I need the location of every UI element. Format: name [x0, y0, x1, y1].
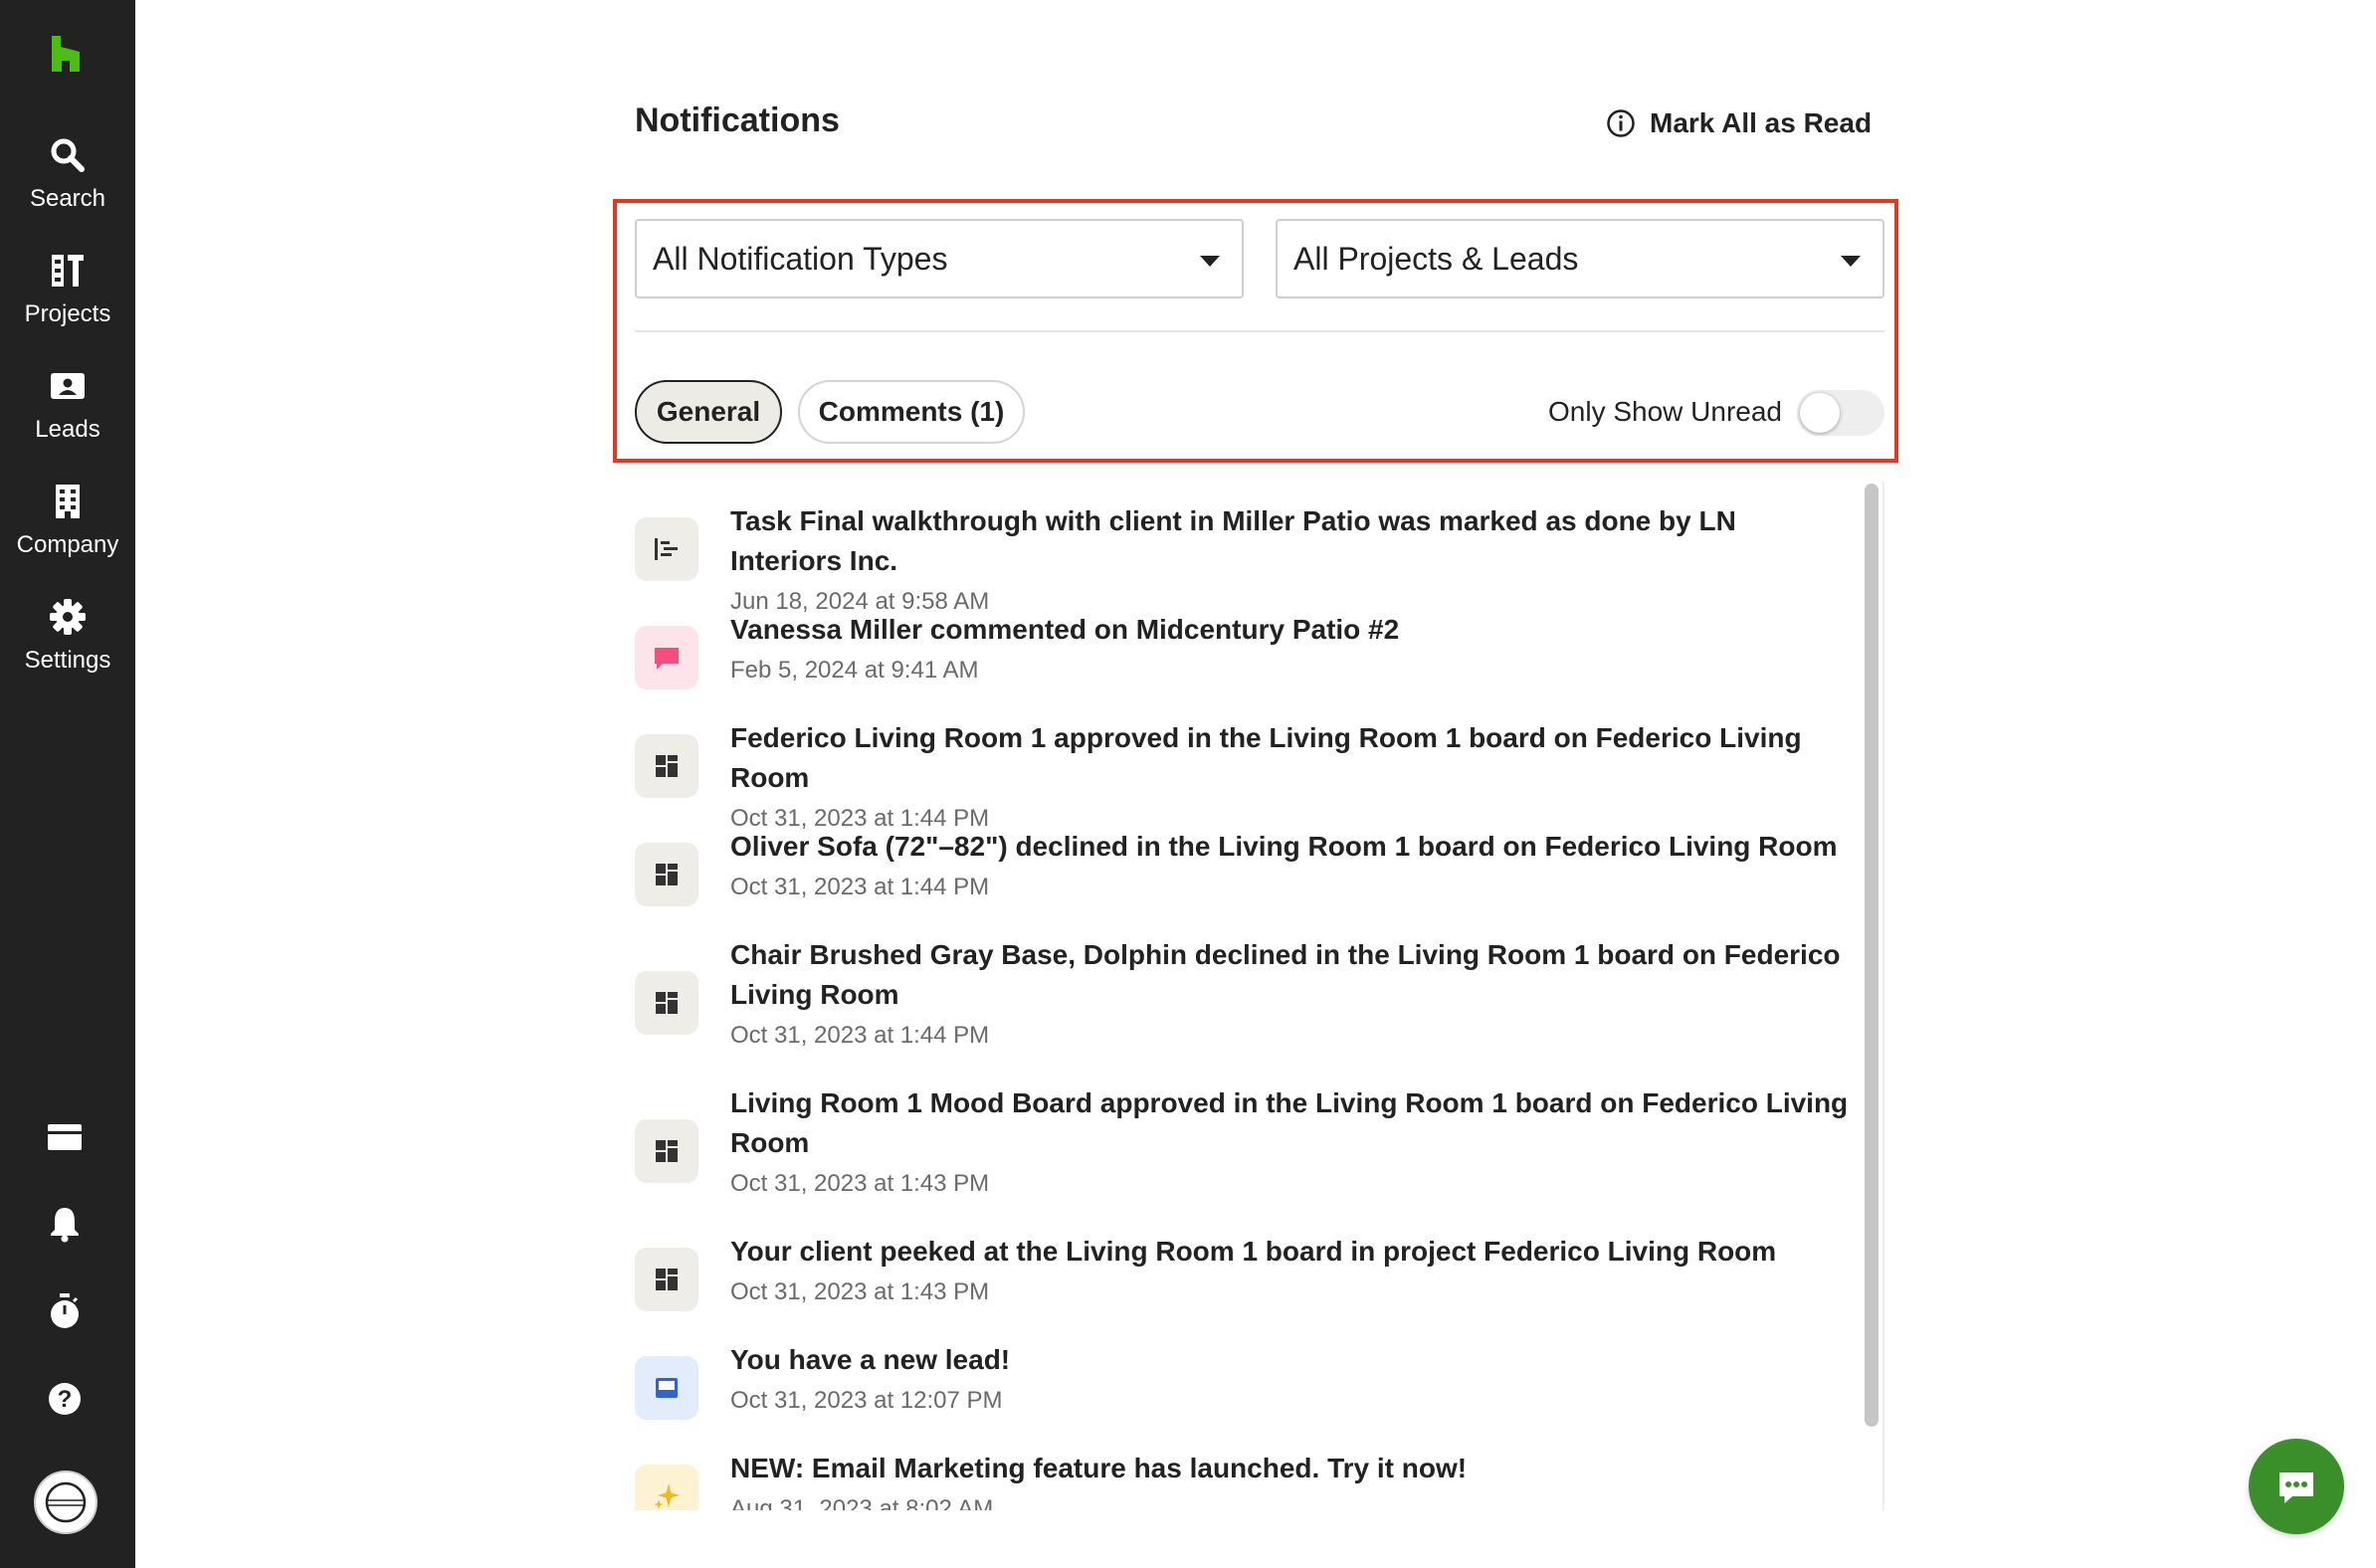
gear-icon	[50, 599, 86, 635]
notification-date: Oct 31, 2023 at 1:43 PM	[730, 1170, 990, 1197]
notification-title: NEW: Email Marketing feature has launche…	[730, 1453, 1468, 1483]
notification-date: Oct 31, 2023 at 1:44 PM	[730, 1022, 990, 1049]
notification-date: Feb 5, 2024 at 9:41 AM	[730, 657, 979, 684]
board-icon	[635, 734, 698, 798]
company-icon	[56, 485, 80, 518]
board-icon	[635, 1248, 698, 1311]
page-title: Notifications	[635, 101, 840, 139]
board-icon	[635, 843, 698, 906]
sparkle-icon	[635, 1465, 698, 1510]
leads-icon	[51, 373, 85, 399]
notification-title: Oliver Sofa (72"–82") declined in the Li…	[730, 831, 1838, 862]
notification-title: Living Room 1 Mood Board approved in the…	[730, 1087, 1849, 1158]
timer-icon[interactable]	[45, 1291, 85, 1331]
task-icon	[635, 517, 698, 581]
notification-date: Oct 31, 2023 at 12:07 PM	[730, 1387, 1003, 1414]
comment-icon	[635, 626, 698, 689]
projects-icon	[52, 255, 84, 287]
sidebar-item-label: Settings	[24, 647, 111, 674]
sidebar-item-label: Company	[16, 531, 119, 558]
user-avatar-icon	[45, 1481, 87, 1523]
notification-date: Oct 31, 2023 at 1:43 PM	[730, 1278, 990, 1305]
scrollbar-thumb[interactable]	[1865, 484, 1879, 1427]
mark-all-read-button[interactable]: Mark All as Read	[1606, 105, 1872, 141]
sidebar-item-projects[interactable]: Projects	[0, 251, 135, 328]
sidebar-item-label: Leads	[35, 416, 100, 443]
chat-icon	[2279, 1472, 2313, 1503]
lead-inbox-icon	[635, 1356, 698, 1420]
list-border	[1882, 482, 1884, 1510]
notification-date: Aug 31, 2023 at 8:02 AM	[730, 1495, 994, 1510]
mark-all-read-label: Mark All as Read	[1650, 107, 1873, 138]
sidebar-item-label: Search	[29, 185, 106, 212]
sidebar-item-label: Projects	[24, 300, 111, 327]
highlight-box	[613, 199, 1898, 463]
avatar[interactable]	[34, 1470, 98, 1534]
inbox-icon[interactable]	[45, 1116, 85, 1156]
bell-icon[interactable]	[45, 1204, 85, 1244]
board-icon	[635, 1119, 698, 1183]
notification-title: Federico Living Room 1 approved in the L…	[730, 722, 1802, 793]
help-icon[interactable]: ?	[45, 1379, 85, 1419]
notification-date: Oct 31, 2023 at 1:44 PM	[730, 874, 990, 900]
notification-title: Your client peeked at the Living Room 1 …	[730, 1236, 1777, 1267]
search-icon	[51, 138, 85, 172]
notification-title: Vanessa Miller commented on Midcentury P…	[730, 614, 1400, 645]
svg-text:?: ?	[58, 1386, 73, 1413]
notification-list: Task Final walkthrough with client in Mi…	[633, 482, 1882, 1510]
notification-title: Chair Brushed Gray Base, Dolphin decline…	[730, 939, 1841, 1010]
chat-button[interactable]	[2249, 1439, 2344, 1534]
notification-title: Task Final walkthrough with client in Mi…	[730, 505, 1736, 576]
sidebar-item-leads[interactable]: Leads	[0, 366, 135, 444]
notification-title: You have a new lead!	[730, 1344, 1011, 1375]
sidebar-item-search[interactable]: Search	[0, 135, 135, 213]
sidebar-item-settings[interactable]: Settings	[0, 597, 135, 675]
board-icon	[635, 971, 698, 1035]
info-icon	[1607, 109, 1635, 137]
sidebar: Search Projects Leads Company Settings ?	[0, 0, 135, 1568]
houzz-logo-icon[interactable]	[46, 34, 86, 74]
sidebar-item-company[interactable]: Company	[0, 482, 135, 559]
